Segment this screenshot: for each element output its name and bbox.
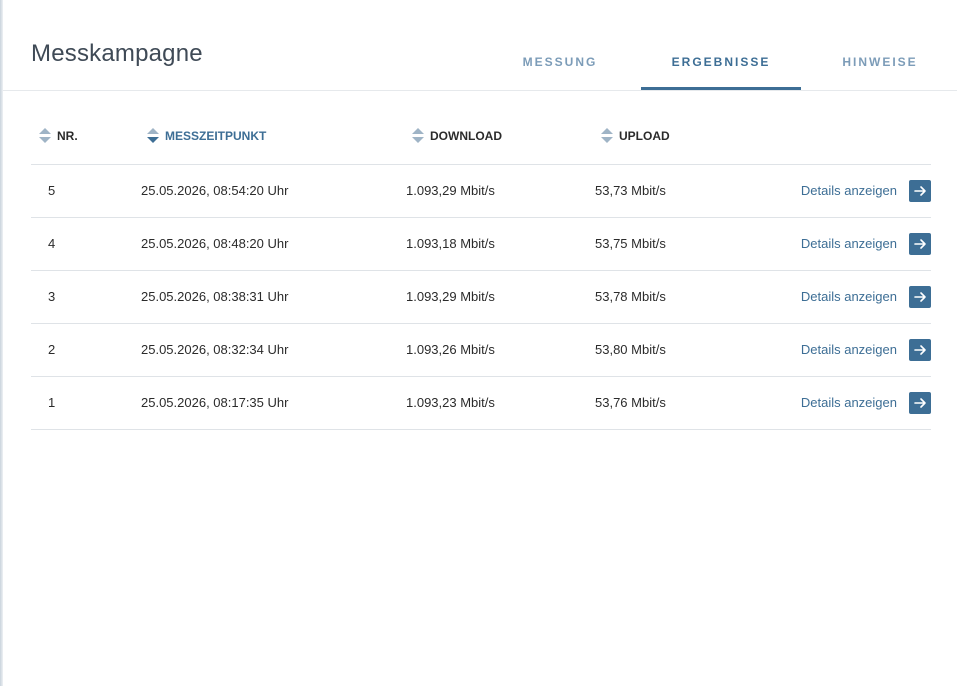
- column-header-nr[interactable]: NR.: [39, 128, 78, 144]
- cell-download: 1.093,26 Mbit/s: [406, 342, 495, 357]
- arrow-right-icon[interactable]: [909, 392, 931, 414]
- page-header: Messkampagne MESSUNG ERGEBNISSE HINWEISE: [3, 0, 957, 91]
- cell-download: 1.093,23 Mbit/s: [406, 395, 495, 410]
- details-link[interactable]: Details anzeigen: [801, 183, 897, 198]
- arrow-right-icon[interactable]: [909, 339, 931, 361]
- table-row: 2 25.05.2026, 08:32:34 Uhr 1.093,26 Mbit…: [31, 324, 931, 377]
- arrow-right-icon[interactable]: [909, 233, 931, 255]
- active-tab-indicator: [641, 87, 801, 90]
- cell-upload: 53,76 Mbit/s: [595, 395, 666, 410]
- sort-icon: [412, 128, 424, 144]
- tab-hinweise[interactable]: HINWEISE: [820, 55, 940, 90]
- table-row: 3 25.05.2026, 08:38:31 Uhr 1.093,29 Mbit…: [31, 271, 931, 324]
- table-row: 1 25.05.2026, 08:17:35 Uhr 1.093,23 Mbit…: [31, 377, 931, 430]
- column-header-download[interactable]: DOWNLOAD: [412, 128, 502, 144]
- cell-time: 25.05.2026, 08:32:34 Uhr: [141, 342, 289, 357]
- column-header-label: DOWNLOAD: [430, 129, 502, 143]
- cell-time: 25.05.2026, 08:48:20 Uhr: [141, 236, 289, 251]
- cell-nr: 5: [48, 183, 56, 198]
- cell-nr: 1: [48, 395, 56, 410]
- column-header-label: NR.: [57, 129, 78, 143]
- cell-time: 25.05.2026, 08:38:31 Uhr: [141, 289, 289, 304]
- cell-download: 1.093,29 Mbit/s: [406, 183, 495, 198]
- table-row: 5 25.05.2026, 08:54:20 Uhr 1.093,29 Mbit…: [31, 165, 931, 218]
- table-header: NR. MESSZEITPUNKT DOWNLOAD UPLOAD: [31, 112, 931, 165]
- sort-desc-icon: [147, 128, 159, 144]
- details-link[interactable]: Details anzeigen: [801, 342, 897, 357]
- column-header-label: MESSZEITPUNKT: [165, 129, 267, 143]
- sort-icon: [601, 128, 613, 144]
- cell-time: 25.05.2026, 08:17:35 Uhr: [141, 395, 289, 410]
- tab-ergebnisse[interactable]: ERGEBNISSE: [641, 55, 801, 90]
- column-header-label: UPLOAD: [619, 129, 670, 143]
- cell-download: 1.093,18 Mbit/s: [406, 236, 495, 251]
- cell-nr: 3: [48, 289, 56, 304]
- table-row: 4 25.05.2026, 08:48:20 Uhr 1.093,18 Mbit…: [31, 218, 931, 271]
- details-link[interactable]: Details anzeigen: [801, 395, 897, 410]
- sort-icon: [39, 128, 51, 144]
- cell-upload: 53,75 Mbit/s: [595, 236, 666, 251]
- cell-download: 1.093,29 Mbit/s: [406, 289, 495, 304]
- cell-upload: 53,73 Mbit/s: [595, 183, 666, 198]
- page-title: Messkampagne: [31, 40, 203, 67]
- details-link[interactable]: Details anzeigen: [801, 236, 897, 251]
- cell-nr: 2: [48, 342, 56, 357]
- details-link[interactable]: Details anzeigen: [801, 289, 897, 304]
- page: Messkampagne MESSUNG ERGEBNISSE HINWEISE…: [3, 0, 957, 686]
- results-table: NR. MESSZEITPUNKT DOWNLOAD UPLOAD 5 25.0…: [31, 112, 931, 430]
- cell-time: 25.05.2026, 08:54:20 Uhr: [141, 183, 289, 198]
- arrow-right-icon[interactable]: [909, 180, 931, 202]
- cell-nr: 4: [48, 236, 56, 251]
- arrow-right-icon[interactable]: [909, 286, 931, 308]
- tab-messung[interactable]: MESSUNG: [500, 55, 620, 90]
- cell-upload: 53,80 Mbit/s: [595, 342, 666, 357]
- column-header-messzeitpunkt[interactable]: MESSZEITPUNKT: [147, 128, 266, 144]
- column-header-upload[interactable]: UPLOAD: [601, 128, 670, 144]
- cell-upload: 53,78 Mbit/s: [595, 289, 666, 304]
